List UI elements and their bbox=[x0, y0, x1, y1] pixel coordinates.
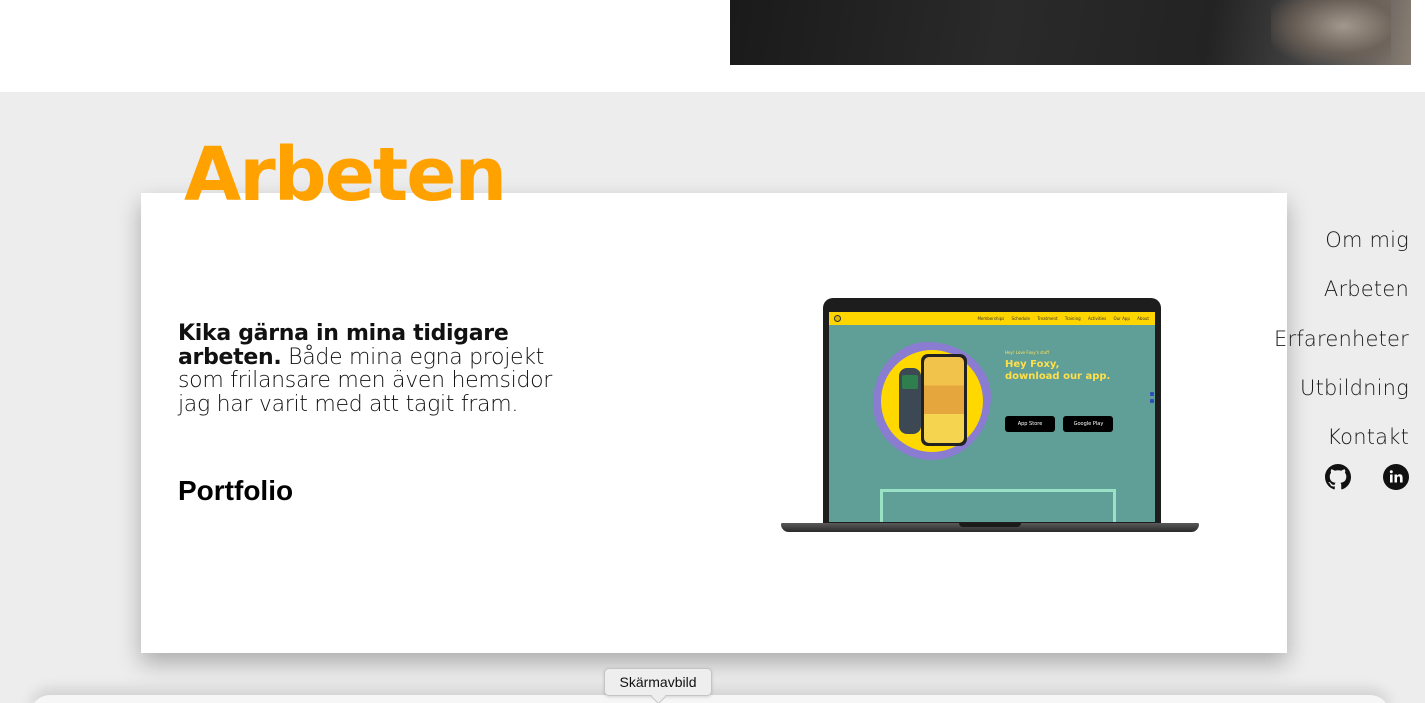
screen-nav-link: Schedule bbox=[1011, 316, 1030, 321]
work-card: Kika gärna in mina tidigare arbeten. Båd… bbox=[141, 193, 1287, 653]
github-icon[interactable] bbox=[1325, 464, 1351, 490]
screen-nav-link: About bbox=[1137, 316, 1149, 321]
smartphone-image bbox=[921, 354, 967, 446]
screen-small-caption: Hey! Love Foxy's stuff bbox=[1005, 350, 1050, 355]
nav-item-arbeten[interactable]: Arbeten bbox=[1274, 274, 1409, 323]
nav-item-erfarenheter[interactable]: Erfarenheter bbox=[1274, 324, 1409, 373]
profile-photo bbox=[730, 0, 1411, 65]
screen-content-box bbox=[880, 489, 1116, 522]
screenshot-tooltip: Skärmavbild bbox=[604, 668, 712, 696]
screen-headline: Hey Foxy, download our app. bbox=[1005, 359, 1145, 383]
linkedin-icon[interactable] bbox=[1383, 464, 1409, 490]
nav-item-utbildning[interactable]: Utbildning bbox=[1274, 373, 1409, 422]
screen-hero-text: Hey! Love Foxy's stuff Hey Foxy, downloa… bbox=[1005, 350, 1145, 383]
screen-headline-line1: Hey Foxy, bbox=[1005, 359, 1060, 370]
social-links bbox=[1319, 464, 1409, 490]
screen-nav-link: Our App bbox=[1113, 316, 1130, 321]
screen-logo-icon bbox=[834, 315, 841, 322]
laptop-mockup: Memberships Schedule Treatment Training … bbox=[781, 298, 1201, 538]
screen-nav-link: Treatment bbox=[1037, 316, 1058, 321]
nav-item-om-mig[interactable]: Om mig bbox=[1274, 225, 1409, 274]
screen-social-icon bbox=[1150, 399, 1154, 403]
screen-nav-link: Training bbox=[1064, 316, 1081, 321]
bottom-panel bbox=[30, 695, 1390, 703]
intro-text: Kika gärna in mina tidigare arbeten. Båd… bbox=[178, 322, 578, 416]
app-store-badge: App Store bbox=[1005, 416, 1055, 432]
screen-social-icon bbox=[1150, 392, 1154, 396]
google-play-badge: Google Play bbox=[1063, 416, 1114, 432]
portfolio-link[interactable]: Portfolio bbox=[178, 475, 293, 507]
side-navigation: Om mig Arbeten Erfarenheter Utbildning K… bbox=[1274, 225, 1409, 471]
old-phone-image bbox=[899, 368, 921, 434]
store-buttons: App Store Google Play bbox=[1005, 412, 1117, 432]
laptop-screen: Memberships Schedule Treatment Training … bbox=[829, 312, 1155, 522]
section-title: Arbeten bbox=[184, 132, 507, 218]
screen-nav-link: Memberships bbox=[977, 316, 1005, 321]
screen-navbar: Memberships Schedule Treatment Training … bbox=[829, 312, 1155, 325]
laptop-notch bbox=[959, 523, 1021, 527]
screen-nav-link: Activities bbox=[1087, 316, 1107, 321]
screen-headline-line2: download our app. bbox=[1005, 371, 1111, 382]
